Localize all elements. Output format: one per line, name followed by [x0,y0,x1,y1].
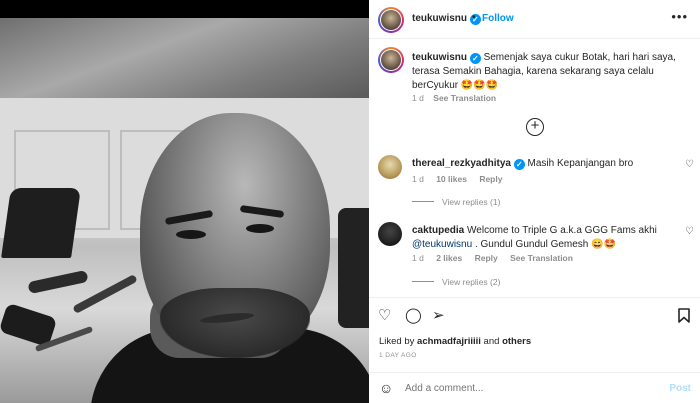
comment-body: Masih Kepanjangan bro [527,158,634,169]
likes-prefix: Liked by [379,336,418,347]
caption-text: teukuwisnu ✓ Semenjak saya cukur Botak, … [412,51,692,93]
liked-by-user[interactable]: achmadfajriiiii [417,336,481,347]
comment-mention[interactable]: @teukuwisnu [412,239,472,250]
commenter-avatar[interactable] [378,222,402,246]
comment-input[interactable] [405,383,645,394]
post-header: teukuwisnu ✓ • Follow ••• [369,0,700,39]
likes-middle: and [480,336,503,347]
comment-meta: 1 d 10 likes Reply [412,174,512,184]
replies-divider [412,281,434,282]
heart-icon[interactable]: ♡ [685,159,694,170]
post-sidebar: teukuwisnu ✓ • Follow ••• teukuwisnu ✓ S… [369,0,700,403]
heart-icon[interactable]: ♡ [685,226,694,237]
bookmark-icon[interactable] [678,308,690,327]
comment-icon[interactable]: ◯ [405,308,422,324]
follow-button[interactable]: Follow [482,13,514,24]
plus-circle-icon[interactable]: + [526,118,544,136]
verified-badge-icon: ✓ [469,53,481,64]
see-translation-link[interactable]: See Translation [433,93,496,103]
more-options-icon[interactable]: ••• [671,9,688,24]
commenter-avatar[interactable] [378,155,402,179]
author-avatar[interactable] [378,7,404,33]
comment-composer: ☺ Post [369,372,700,403]
comment-text: thereal_rezkyadhitya ✓ Masih Kepanjangan… [412,157,674,171]
view-replies-button[interactable]: View replies (2) [412,277,500,287]
reply-button[interactable]: Reply [479,174,502,184]
heart-icon[interactable]: ♡ [378,308,391,324]
comment-likes[interactable]: 10 likes [436,174,467,184]
caption-meta: 1 d See Translation [412,93,496,103]
caption-username[interactable]: teukuwisnu [412,52,467,63]
photo-chair-right [338,208,369,328]
see-translation-link[interactable]: See Translation [510,253,573,263]
comment-username[interactable]: caktupedia [412,225,464,236]
comment-likes[interactable]: 2 likes [436,253,462,263]
post-photo[interactable] [0,18,369,403]
comment-username[interactable]: thereal_rezkyadhitya [412,158,511,169]
author-username[interactable]: teukuwisnu ✓ [412,13,481,25]
action-bar: ♡ ◯ ➢ [369,297,700,333]
liked-by-others[interactable]: others [502,336,531,347]
comment-time: 1 d [412,174,424,184]
reply-button[interactable]: Reply [475,253,498,263]
comment-body-end: . Gundul Gundul Gemesh 😄🤩 [472,239,617,250]
comment-text: caktupedia Welcome to Triple G a.k.a GGG… [412,224,674,252]
view-replies-button[interactable]: View replies (1) [412,197,500,207]
comment-time: 1 d [412,253,424,263]
photo-chair [1,188,81,258]
post-button[interactable]: Post [669,383,691,394]
verified-badge-icon: ✓ [513,159,525,170]
caption-avatar[interactable] [378,47,404,73]
photo-eye [246,224,274,233]
paper-plane-icon[interactable]: ➢ [432,308,445,324]
comment-meta: 1 d 2 likes Reply See Translation [412,253,583,263]
smiley-icon[interactable]: ☺ [379,381,393,395]
separator-dot: • [472,12,476,23]
replies-divider [412,201,434,202]
caption-time: 1 d [412,93,424,103]
likes-summary: Liked by achmadfajriiiii and others [379,336,531,347]
photo-ceiling [0,18,369,98]
photo-beard [160,288,310,358]
comment-body-start: Welcome to Triple G a.k.a GGG Fams akhi [467,225,657,236]
post-timestamp: 1 DAY AGO [379,352,417,359]
photo-eye [176,230,206,239]
